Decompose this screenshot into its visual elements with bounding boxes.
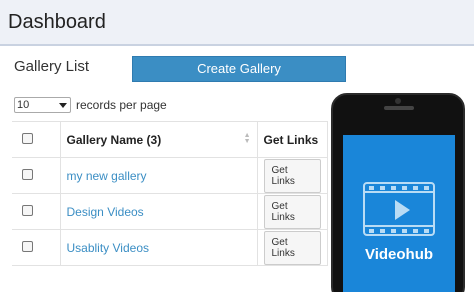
sort-icon: ▲ ▼ xyxy=(243,131,251,145)
page-header: Dashboard xyxy=(0,0,474,46)
get-links-button[interactable]: Get Links xyxy=(263,158,321,193)
page-title: Dashboard xyxy=(8,11,106,33)
select-all-checkbox[interactable] xyxy=(22,132,33,144)
phone-screen: Videohub xyxy=(343,135,455,292)
get-links-button[interactable]: Get Links xyxy=(263,194,321,229)
create-gallery-button[interactable]: Create Gallery xyxy=(132,56,346,82)
speaker-grille xyxy=(384,106,414,110)
gallery-name-link[interactable]: Design Videos xyxy=(67,205,144,219)
row-checkbox[interactable] xyxy=(22,240,33,252)
gallery-list-title: Gallery List xyxy=(14,58,90,75)
records-per-page-label: records per page xyxy=(76,98,167,112)
column-header-name[interactable]: Gallery Name (3) ▲ ▼ xyxy=(60,121,258,158)
play-icon xyxy=(395,200,410,220)
table-row: Design Videos Get Links xyxy=(12,193,328,230)
video-film-icon xyxy=(363,182,435,236)
phone-mockup: Videohub xyxy=(331,93,465,292)
table-header-row: Gallery Name (3) ▲ ▼ Get Links xyxy=(12,121,328,158)
select-all-cell xyxy=(12,121,61,158)
page-size-select[interactable]: 10 xyxy=(14,97,71,113)
row-checkbox[interactable] xyxy=(22,204,33,216)
camera-icon xyxy=(395,98,401,104)
gallery-name-link[interactable]: my new gallery xyxy=(67,169,147,183)
get-links-button[interactable]: Get Links xyxy=(263,230,321,265)
row-checkbox[interactable] xyxy=(22,168,33,180)
brand-name: Videohub xyxy=(364,246,434,263)
gallery-name-link[interactable]: Usablity Videos xyxy=(67,241,150,255)
column-header-name-label: Gallery Name (3) xyxy=(66,132,162,147)
chevron-down-icon xyxy=(59,103,67,108)
table-row: Usablity Videos Get Links xyxy=(12,229,328,266)
column-header-links: Get Links xyxy=(257,121,328,158)
page-size-control: 10 records per page xyxy=(14,97,167,113)
page-size-value: 10 xyxy=(17,99,30,111)
gallery-table: Gallery Name (3) ▲ ▼ Get Links my new gal… xyxy=(12,121,328,266)
table-row: my new gallery Get Links xyxy=(12,157,328,194)
